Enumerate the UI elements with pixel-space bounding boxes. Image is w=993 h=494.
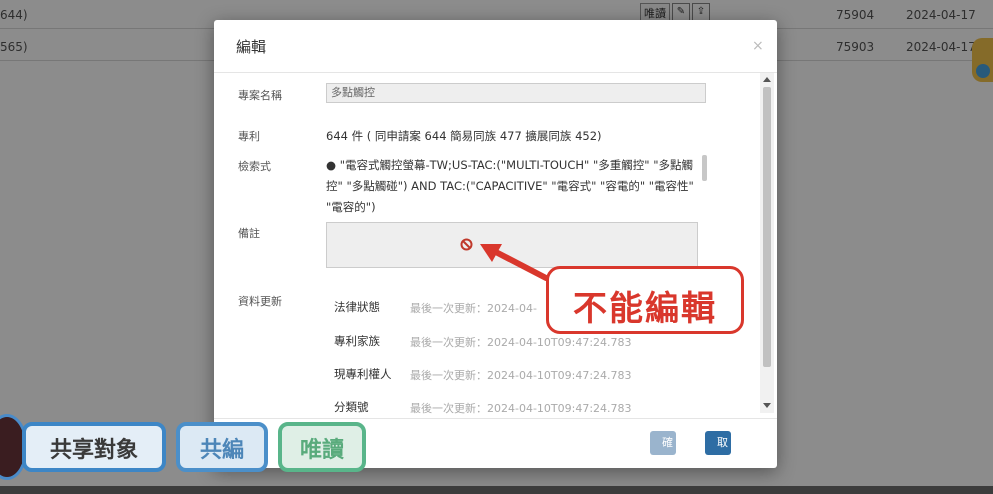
modal-scrollbar[interactable] bbox=[760, 73, 774, 413]
update-item-time: 最後一次更新：2024-04- bbox=[410, 302, 537, 315]
scroll-down-icon[interactable] bbox=[763, 403, 771, 408]
update-item-name: 現專利權人 bbox=[334, 367, 392, 381]
notes-label: 備註 bbox=[238, 227, 260, 240]
cannot-edit-callout: 不能編輯 bbox=[546, 266, 744, 334]
read-only-chip: 唯讀 bbox=[278, 422, 366, 472]
update-item-time: 最後一次更新：2024-04-10T09:47:24.783 bbox=[410, 336, 632, 349]
callout-text: 不能編輯 bbox=[573, 289, 717, 329]
project-name-field[interactable]: 多點觸控 bbox=[326, 83, 706, 103]
close-icon[interactable]: × bbox=[752, 38, 764, 54]
search-query-label: 檢索式 bbox=[238, 160, 271, 173]
share-target-chip: 共享對象 bbox=[22, 422, 166, 472]
search-query-scrollbar[interactable] bbox=[702, 155, 707, 181]
callout-arrow-icon bbox=[480, 244, 548, 281]
confirm-button[interactable]: 確定 bbox=[650, 431, 676, 468]
update-item-time: 最後一次更新：2024-04-10T09:47:24.783 bbox=[410, 369, 632, 382]
data-update-label: 資料更新 bbox=[238, 295, 282, 308]
search-query-text: ● "電容式觸控螢幕-TW;US-TAC:("MULTI-TOUCH" "多重觸… bbox=[326, 158, 694, 214]
update-item-time: 最後一次更新：2024-04-10T09:47:24.783 bbox=[410, 402, 632, 415]
modal-title: 編輯 bbox=[236, 38, 267, 56]
update-item-name: 法律狀態 bbox=[334, 300, 380, 314]
project-name-label: 專案名稱 bbox=[238, 89, 282, 102]
scrollbar-thumb[interactable] bbox=[763, 87, 771, 367]
patent-count: 644 件 ( 同申請案 644 簡易同族 477 擴展同族 452) bbox=[326, 129, 602, 143]
co-edit-chip: 共編 bbox=[176, 422, 268, 472]
bottom-strip bbox=[0, 486, 993, 494]
scroll-up-icon[interactable] bbox=[763, 77, 771, 82]
not-allowed-icon bbox=[460, 238, 473, 251]
patent-label: 專利 bbox=[238, 130, 260, 143]
cancel-button[interactable]: 取消 bbox=[705, 431, 731, 468]
update-item-name: 專利家族 bbox=[334, 334, 380, 348]
update-item-name: 分類號 bbox=[334, 400, 369, 414]
modal-header: 編輯 × bbox=[214, 20, 777, 73]
